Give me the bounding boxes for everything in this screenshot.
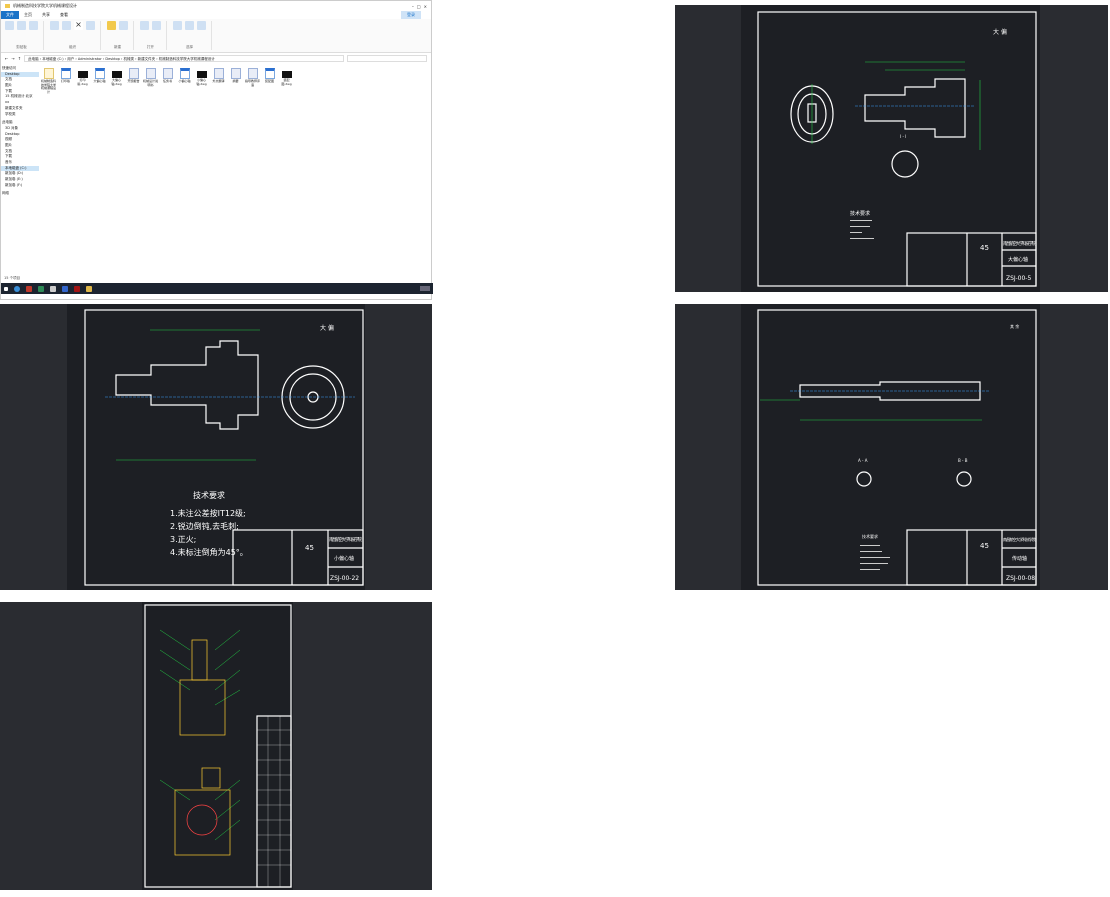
drawing-frame [757, 11, 1037, 287]
part-name: 传动轴 [1012, 555, 1027, 562]
drawing-code: ZSJ-00-22 [330, 575, 359, 582]
cad-drawings: 大 偏 I - I 技术要求 45 南昌航空大学科技学院 大偏心轴 ZSJ-00… [84, 11, 1037, 888]
tech-line: 4.未标注倒角为45°。 [170, 547, 248, 557]
section-view [891, 150, 919, 178]
drawing-code: ZSJ-00-08 [1006, 575, 1035, 582]
tech-title: 技术要求 [850, 210, 870, 217]
section-label: B - B [958, 458, 968, 463]
view-label: 大 偏 [993, 28, 1007, 36]
part-name: 小偏心轴 [334, 555, 354, 562]
view-label: 其 余 [1010, 323, 1019, 329]
shaft-side-view [864, 78, 966, 138]
material: 45 [980, 542, 989, 550]
tech-line: 1.未注公差按IT12级; [170, 508, 246, 518]
shaft-side-view [115, 340, 259, 430]
material: 45 [980, 244, 989, 252]
tech-title: 技术要求 [862, 533, 878, 539]
part-name: 大偏心轴 [1008, 256, 1028, 263]
school-name: 南昌航空大学科技学院 [1003, 536, 1036, 542]
drawing-frame [757, 309, 1037, 586]
section-label: A - A [858, 458, 868, 463]
school-name: 南昌航空大学科技学院 [1003, 240, 1037, 247]
parts-list [256, 715, 292, 888]
drawing-frame [84, 309, 364, 586]
drawing-code: ZSJ-00-5 [1006, 275, 1031, 282]
section-b [956, 471, 972, 487]
tech-notes-placeholder [850, 220, 890, 570]
section-label: I - I [900, 134, 906, 139]
school-name: 南昌航空大学科技学院 [329, 536, 363, 543]
section-a [856, 471, 872, 487]
material: 45 [305, 544, 314, 552]
tech-title: 技术要求 [193, 490, 225, 500]
tech-line: 2.锐边倒钝,去毛刺; [170, 521, 239, 531]
assembly-views [174, 639, 231, 856]
view-label: 大 偏 [320, 324, 334, 332]
tech-line: 3.正火; [170, 535, 196, 544]
